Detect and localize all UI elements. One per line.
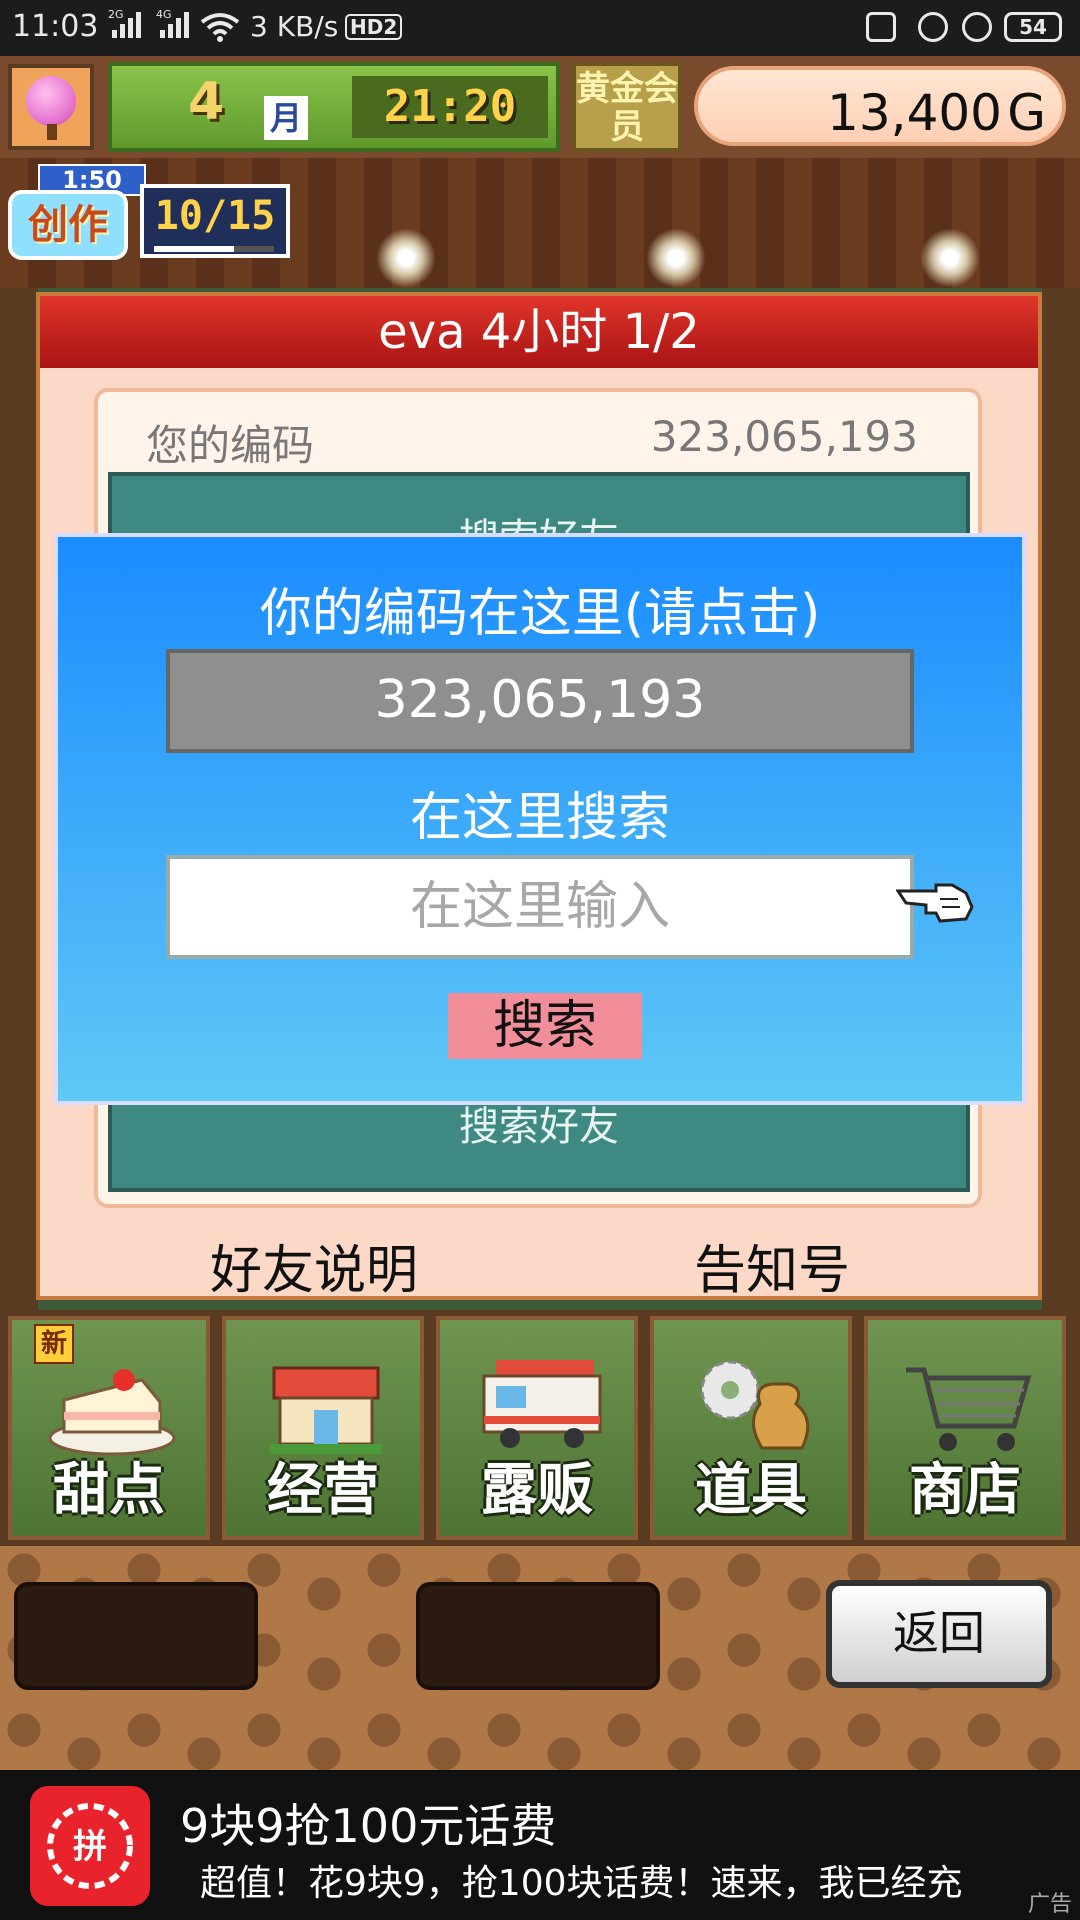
gear-and-bag-icon [700,1360,810,1450]
menu-dessert[interactable]: 新 甜点 [8,1316,210,1540]
dialog-title: eva 4小时 1/2 [40,296,1038,368]
menu-items[interactable]: 道具 [650,1316,852,1540]
ad-mark: 广告 [1027,1892,1072,1917]
search-popup: 你的编码在这里(请点击) 323,065,193 在这里搜索 搜索 [54,533,1026,1105]
craft-progress-fill [154,246,235,252]
calendar-panel: 4 月 21:20 [108,62,560,152]
shop-avatar[interactable] [8,64,94,150]
return-button[interactable]: 返回 [826,1580,1052,1688]
ad-title[interactable]: 9块9抢100元话费 [180,1790,556,1856]
menu-label-items: 道具 [695,1458,807,1523]
status-time: 11:03 [12,9,99,44]
empty-slot [416,1582,660,1690]
menu-food-truck[interactable]: 露贩 [436,1316,638,1540]
search-button[interactable]: 搜索 [448,993,642,1059]
cake-icon [48,1369,176,1456]
game-clock: 21:20 [352,76,548,138]
menu-label-manage: 经营 [267,1458,379,1523]
money-display: 13,400 G [694,66,1066,146]
ad-description[interactable]: 超值！花9块9，抢100块话费！速来，我已经充 [200,1854,1060,1906]
top-hud: 4 月 21:20 黄金会员 13,400 G [0,56,1080,158]
signal-icon-2 [160,12,189,38]
copy-code-box[interactable]: 323,065,193 [166,649,914,753]
ad-logo[interactable]: 拼 [30,1786,150,1906]
tree-trunk [47,124,57,140]
lock-rotation-icon [918,12,948,42]
your-code-label: 您的编码 [146,421,315,470]
craft-progress-bar [154,246,274,252]
status-bar: 11:03 2G 4G 3 KB/s HD2 54 [0,0,1080,56]
shopping-cart-icon [906,1367,1032,1451]
ad-banner[interactable]: 拼 9块9抢100元话费 超值！花9块9，抢100块话费！速来，我已经充 广告 [0,1770,1080,1920]
ceiling-lamp [920,228,980,288]
main-menu: 新 甜点 经营 露贩 道具 商店 [0,1310,1080,1546]
vibrate-icon [866,12,896,42]
your-code-value: 323,065,193 [650,412,918,461]
craft-status[interactable]: 1:50 创作 10/15 [8,160,292,266]
hd-voice-icon: HD2 [345,14,403,40]
signal-icon [112,12,141,38]
food-truck-icon [482,1360,602,1448]
pointing-hand-icon [896,883,974,923]
money-unit: G [1007,84,1046,142]
craft-label: 创作 [8,190,128,260]
store-icon [270,1366,382,1454]
menu-manage[interactable]: 经营 [222,1316,424,1540]
friend-code-input[interactable] [166,855,914,959]
money-value: 13,400 [827,84,1002,142]
bottom-bar: 返回 [0,1546,1080,1770]
ad-logo-text: 拼 [73,1827,107,1867]
ceiling-lamp [376,228,436,288]
menu-label-shop: 商店 [909,1458,1021,1523]
empty-slot [14,1582,258,1690]
friend-help-link[interactable]: 好友说明 [210,1228,418,1303]
network-speed: 3 KB/s [250,10,339,43]
ceiling-lamp [646,228,706,288]
notice-id-link[interactable]: 告知号 [694,1228,850,1303]
menu-label-dessert: 甜点 [53,1458,165,1523]
month-unit: 月 [264,96,308,140]
popup-search-heading: 在这里搜索 [409,788,670,848]
alarm-icon [962,12,992,42]
wifi-icon [200,13,240,42]
gold-member-badge[interactable]: 黄金会员 [572,62,682,152]
menu-shop[interactable]: 商店 [864,1316,1066,1540]
battery-icon: 54 [1004,12,1062,42]
cherry-tree-icon [26,76,76,126]
pinduoduo-logo-icon: 拼 [47,1803,133,1889]
menu-label-food-truck: 露贩 [481,1458,593,1523]
month-number: 4 [188,72,225,132]
popup-code-heading: 你的编码在这里(请点击) [259,584,821,644]
